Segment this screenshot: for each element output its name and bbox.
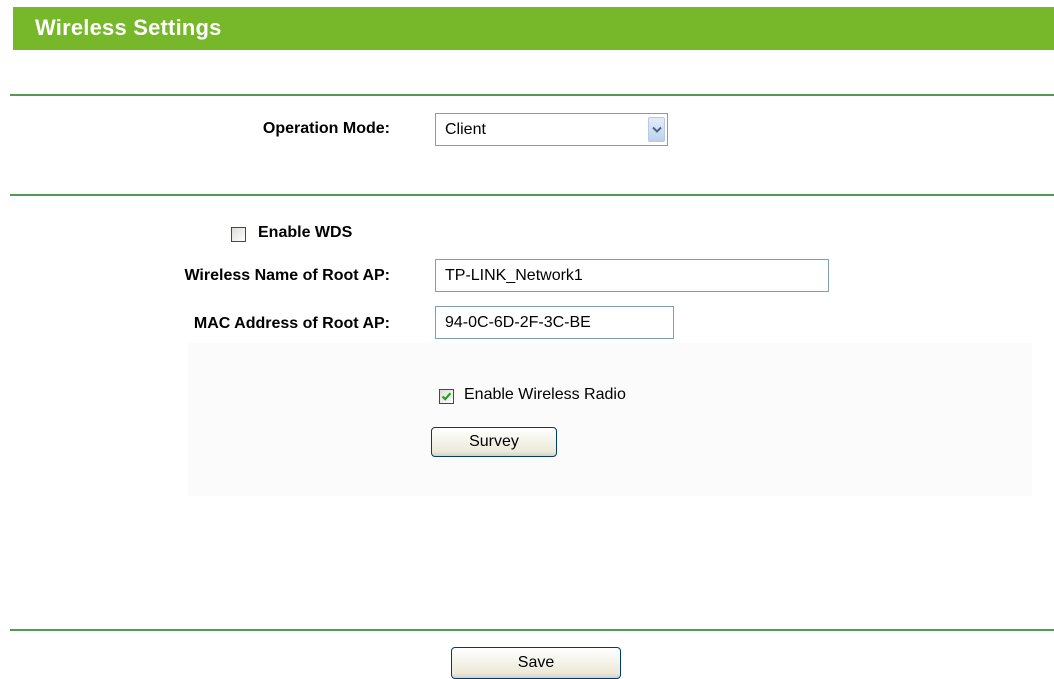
section-divider [10, 629, 1054, 631]
section-divider [10, 94, 1054, 96]
operation-mode-select[interactable]: Client [435, 113, 668, 146]
survey-button[interactable]: Survey [431, 427, 557, 457]
enable-wireless-radio-label: Enable Wireless Radio [464, 386, 626, 403]
page-title: Wireless Settings [35, 15, 222, 40]
dropdown-button[interactable] [648, 117, 665, 142]
save-button[interactable]: Save [451, 647, 621, 679]
chevron-down-icon [652, 126, 662, 133]
operation-mode-value: Client [445, 121, 486, 138]
checkmark-icon [441, 392, 452, 401]
operation-mode-label: Operation Mode: [262, 120, 390, 137]
radio-panel [188, 343, 1032, 496]
enable-wds-checkbox[interactable] [231, 227, 246, 242]
root-ap-mac-label: MAC Address of Root AP: [193, 315, 390, 332]
section-divider [10, 194, 1054, 196]
enable-wireless-radio-checkbox[interactable] [439, 389, 454, 404]
page-header: Wireless Settings [13, 7, 1054, 50]
enable-wds-label: Enable WDS [258, 224, 353, 241]
root-ap-name-label: Wireless Name of Root AP: [184, 267, 390, 284]
root-ap-name-input[interactable] [435, 259, 829, 292]
root-ap-mac-input[interactable] [435, 306, 674, 339]
